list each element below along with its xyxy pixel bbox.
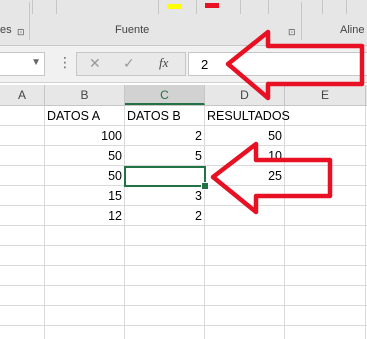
arrow-annotation-cell (210, 141, 333, 215)
arrow-annotation (210, 29, 365, 215)
arrow-annotation-formula (225, 29, 365, 101)
